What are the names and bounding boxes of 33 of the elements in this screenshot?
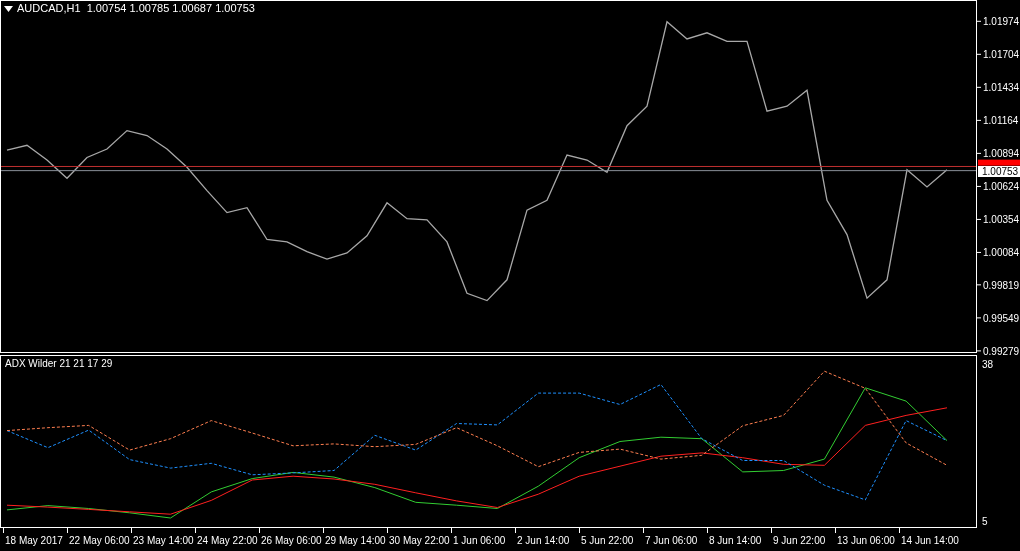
time-tick-label: 5 Jun 22:00 xyxy=(581,535,634,546)
price-tick-label: 1.00624 xyxy=(983,181,1020,193)
time-tick-label: 2 Jun 14:00 xyxy=(517,535,570,546)
dropdown-triangle-icon[interactable] xyxy=(4,5,13,12)
price-tick-label: 1.01704 xyxy=(983,49,1020,61)
current-price-label: 1.00753 xyxy=(978,165,1020,177)
price-tick-label: 1.00084 xyxy=(983,247,1020,259)
indicator-label: ADX Wilder 21 21 17 29 xyxy=(5,359,113,369)
time-tick-label: 1 Jun 06:00 xyxy=(453,535,506,546)
indicator-tick-label: 38 xyxy=(982,359,994,371)
price-tick-label: 1.00354 xyxy=(983,214,1020,226)
price-tick-label: 0.99549 xyxy=(983,312,1020,324)
time-tick-label: 7 Jun 06:00 xyxy=(645,535,698,546)
time-tick-label: 26 May 06:00 xyxy=(261,535,322,546)
price-tick-label: 1.01164 xyxy=(983,115,1019,127)
time-tick-label: 8 Jun 14:00 xyxy=(709,535,762,546)
time-tick-label: 29 May 14:00 xyxy=(325,535,386,546)
price-tick-label: 0.99279 xyxy=(983,345,1020,355)
indicator-tick-label: 5 xyxy=(982,515,988,527)
time-tick-label: 9 Jun 22:00 xyxy=(773,535,826,546)
time-tick-label: 30 May 22:00 xyxy=(389,535,450,546)
time-tick-label: 24 May 22:00 xyxy=(197,535,258,546)
ask-price-marker xyxy=(978,159,1020,166)
time-tick-label: 23 May 14:00 xyxy=(133,535,194,546)
price-tick-label: 1.01974 xyxy=(983,16,1020,28)
time-tick-label: 22 May 06:00 xyxy=(69,535,130,546)
chart-header: AUDCAD,H1 1.00754 1.00785 1.00687 1.00753 xyxy=(17,3,255,14)
price-tick-label: 1.01434 xyxy=(983,82,1020,94)
price-tick-label: 0.99819 xyxy=(983,279,1020,291)
time-tick-label: 13 Jun 06:00 xyxy=(837,535,895,546)
time-tick-label: 14 Jun 14:00 xyxy=(901,535,959,546)
time-tick-label: 18 May 2017 xyxy=(5,535,63,546)
price-tick-label: 1.00894 xyxy=(983,148,1020,160)
